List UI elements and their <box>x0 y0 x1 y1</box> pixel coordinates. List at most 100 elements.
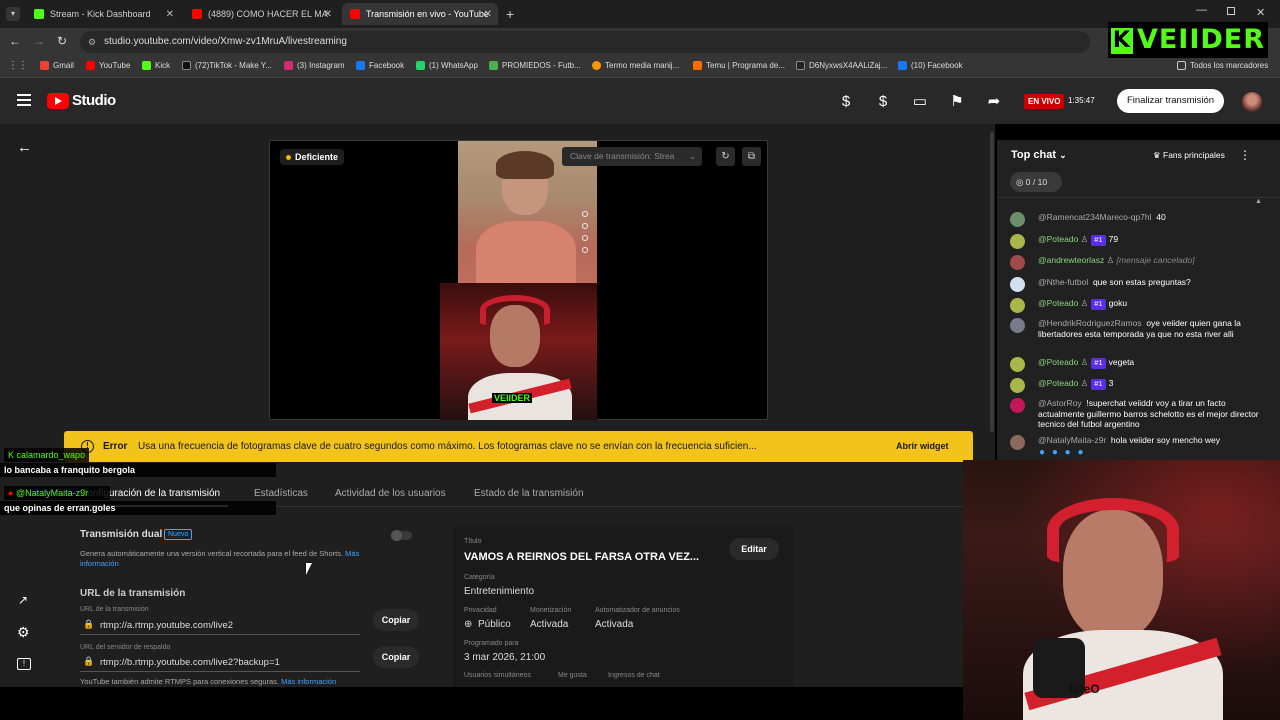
chat-message: @Poteado ♙ #1 79 <box>1010 234 1272 249</box>
tab-stream-health[interactable]: Estado de la transmisión <box>474 488 584 499</box>
forward-icon[interactable]: → <box>33 34 45 48</box>
stream-preview: VEIIDER Deficiente Clave de transmisión:… <box>269 140 768 420</box>
chat-avatar <box>1010 255 1025 270</box>
bookmark-instagram[interactable]: (3) Instagram <box>284 61 345 70</box>
bookmark-promiedos[interactable]: PROMIEDOS - Futb... <box>489 61 581 70</box>
live-chat: Top chat ⌄ ♛ Fans principales ⋮ ◎ 0 / 10… <box>997 140 1280 460</box>
bookmark-label: Termo media manij... <box>605 61 680 70</box>
mercadolibre-icon <box>592 61 601 70</box>
settings-icon[interactable]: ⚙ <box>17 624 30 641</box>
tab-analytics[interactable]: Estadísticas <box>254 488 308 499</box>
stream-url-value[interactable]: rtmp://a.rtmp.youtube.com/live2 <box>100 620 233 631</box>
media-icon[interactable]: ▭ <box>911 93 929 111</box>
super-chat-icon[interactable]: $ <box>874 93 892 111</box>
end-stream-button[interactable]: Finalizar transmisión <box>1117 89 1224 113</box>
tab-title: Transmisión en vivo - YouTube <box>366 9 489 19</box>
url-field[interactable]: ⚙ studio.youtube.com/video/Xmw-zv1MruA/l… <box>80 31 1090 53</box>
chat-author[interactable]: @Poteado <box>1038 234 1078 244</box>
bookmark-facebook-2[interactable]: (10) Facebook <box>898 61 963 70</box>
kick-icon: K <box>8 450 15 460</box>
monetization-icon[interactable]: $ <box>837 93 855 111</box>
chat-author[interactable]: @HendrikRodriguezRamos <box>1038 318 1142 328</box>
webcam-overlay: fateO <box>963 460 1280 720</box>
chat-avatar <box>1010 435 1025 450</box>
backup-url-value[interactable]: rtmp://b.rtmp.youtube.com/live2?backup=1 <box>100 657 280 668</box>
address-bar-row: ← → ↻ ⚙ studio.youtube.com/video/Xmw-zv1… <box>0 28 1280 56</box>
open-widget-button[interactable]: Abrir widget <box>896 441 949 451</box>
bookmark-icon[interactable]: ⚑ <box>948 93 966 111</box>
maximize-icon[interactable] <box>1227 7 1235 15</box>
bookmark-tiktok[interactable]: (72)TikTok - Make Y... <box>182 61 272 70</box>
all-bookmarks[interactable]: Todos los marcadores <box>1177 61 1268 70</box>
copy-url-button[interactable]: Copiar <box>373 609 419 631</box>
live-badge: EN VIVO <box>1024 94 1065 109</box>
bookmark-facebook[interactable]: Facebook <box>356 61 404 70</box>
back-icon[interactable]: ← <box>9 34 21 48</box>
chat-author[interactable]: @Ramencat234Mareco-qp7hl <box>1038 212 1152 222</box>
browser-tab-kick[interactable]: Stream - Kick Dashboard ✕ <box>26 3 180 25</box>
minimize-icon[interactable]: — <box>1196 4 1207 16</box>
reload-icon[interactable]: ↻ <box>57 34 67 48</box>
close-icon[interactable]: ✕ <box>166 9 174 20</box>
chat-author[interactable]: @NatalyMaita-z9r <box>1038 435 1106 445</box>
new-tab-icon[interactable]: + <box>506 6 514 22</box>
error-message: Usa una frecuencia de fotogramas clave d… <box>138 441 757 452</box>
chat-text: 79 <box>1108 234 1119 244</box>
chat-author[interactable]: @Nthe-futbol <box>1038 277 1088 287</box>
fans-label: Fans principales <box>1163 150 1225 160</box>
x-icon <box>796 61 805 70</box>
bookmark-kick[interactable]: Kick <box>142 61 170 70</box>
share-icon[interactable]: ➦ <box>985 93 1003 111</box>
instagram-icon <box>284 61 293 70</box>
copy-backup-url-button[interactable]: Copiar <box>373 646 419 668</box>
studio-logo[interactable]: Studio <box>47 92 116 109</box>
window-close-icon[interactable]: ✕ <box>1256 6 1265 19</box>
top-chat-select[interactable]: Top chat ⌄ <box>1011 149 1067 161</box>
promiedos-icon <box>489 61 498 70</box>
dual-stream-toggle[interactable] <box>391 530 412 541</box>
popout-icon[interactable]: ↗ <box>18 593 28 607</box>
youtube-logo-icon <box>47 92 69 109</box>
bookmark-youtube[interactable]: YouTube <box>86 61 130 70</box>
avatar[interactable] <box>1242 92 1262 112</box>
chat-author[interactable]: @andrewteorlasz <box>1038 255 1104 265</box>
feedback-icon[interactable]: ! <box>17 658 31 670</box>
close-icon[interactable]: ✕ <box>324 9 332 20</box>
bookmark-temu[interactable]: Temu | Programa de... <box>693 61 785 70</box>
chat-avatar <box>1010 378 1025 393</box>
chat-author[interactable]: @Poteado <box>1038 298 1078 308</box>
more-icon[interactable]: ⋮ <box>1239 148 1251 162</box>
browser-tab-youtube-mate[interactable]: (4889) COMO HACER EL MATE ✕ <box>184 3 338 25</box>
chat-avatar <box>1010 357 1025 372</box>
goal-counter[interactable]: ◎ 0 / 10 <box>1010 172 1062 192</box>
chat-author[interactable]: @AstorRoy <box>1038 398 1082 408</box>
mod-icon: ♙ <box>1080 298 1089 308</box>
target-icon: ◎ <box>1016 177 1024 187</box>
rtmps-more-info-link[interactable]: Más información <box>281 677 336 686</box>
tab-search-icon[interactable]: ▾ <box>6 7 20 21</box>
copy-icon[interactable]: ⧉ <box>742 147 761 166</box>
site-info-icon[interactable]: ⚙ <box>88 31 96 53</box>
bookmark-x[interactable]: D6NyxwsX4AALiZaj... <box>796 61 887 70</box>
stream-key-select[interactable]: Clave de transmisión: Strea ⌄ <box>562 147 702 166</box>
bookmark-termo[interactable]: Termo media manij... <box>592 61 679 70</box>
tab-title: (4889) COMO HACER EL MATE <box>208 9 328 19</box>
chat-author[interactable]: @Poteado <box>1038 378 1078 388</box>
emoji-row: ● ● ● ● <box>1039 447 1086 458</box>
close-icon[interactable]: ✕ <box>484 9 492 20</box>
chat-author[interactable]: @Poteado <box>1038 357 1078 367</box>
back-arrow-icon[interactable]: ← <box>17 139 32 156</box>
refresh-icon[interactable]: ↻ <box>716 147 735 166</box>
url-text: studio.youtube.com/video/Xmw-zv1MruA/liv… <box>104 36 347 47</box>
dual-stream-title: Transmisión dual <box>80 529 163 540</box>
menu-icon[interactable] <box>17 94 31 106</box>
tab-user-activity[interactable]: Actividad de los usuarios <box>335 488 446 499</box>
edit-button[interactable]: Editar <box>729 538 779 560</box>
fans-button[interactable]: ♛ Fans principales <box>1153 150 1225 161</box>
browser-tab-studio[interactable]: Transmisión en vivo - YouTube ✕ <box>342 3 498 25</box>
bookmark-whatsapp[interactable]: (1) WhatsApp <box>416 61 478 70</box>
apps-icon[interactable]: ⋮⋮ <box>8 60 28 71</box>
youtube-icon <box>86 61 95 70</box>
logo-text: VEIIDER <box>1136 24 1266 55</box>
bookmark-gmail[interactable]: Gmail <box>40 61 74 70</box>
